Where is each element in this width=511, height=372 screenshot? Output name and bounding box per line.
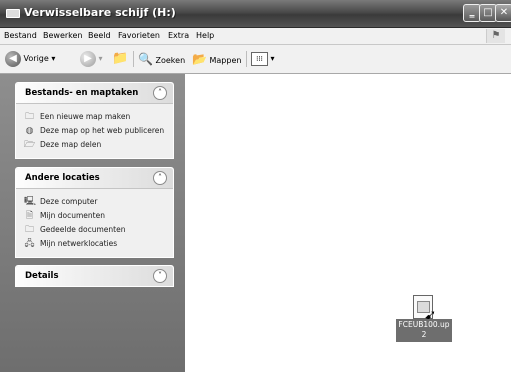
documents-icon: 🗎 <box>25 211 34 221</box>
file-name-line2: 2 <box>421 330 427 339</box>
search-icon: 🔍 <box>138 52 153 66</box>
windows-logo-icon: ⚑ <box>486 29 505 43</box>
close-button[interactable]: ✕ <box>495 4 511 22</box>
tasks-panel-title: Bestands- en maptaken <box>25 88 139 98</box>
search-label: Zoeken <box>155 56 186 65</box>
file-name-label[interactable]: FCEUB100.up 2 <box>396 319 452 342</box>
globe-icon: ◍ <box>25 126 34 136</box>
details-panel: Details ˅ <box>15 265 174 287</box>
views-button[interactable]: ⁞⁞⁞ ▾ <box>251 49 275 69</box>
task-pane: Bestands- en maptaken ˄ 🗀 Een nieuwe map… <box>0 74 185 372</box>
collapse-icon[interactable]: ˄ <box>153 171 167 185</box>
collapse-icon[interactable]: ˄ <box>153 86 167 100</box>
forward-dropdown-icon[interactable]: ▾ <box>99 54 103 63</box>
shared-folder-icon: 🗀 <box>24 225 34 235</box>
place-shared-documents[interactable]: 🗀 Gedeelde documenten <box>16 223 173 237</box>
place-label: Deze computer <box>40 197 98 206</box>
share-folder-icon: 🗁 <box>24 140 36 150</box>
place-label: Mijn netwerklocaties <box>40 239 118 248</box>
back-button[interactable]: ◀ Vorige ▾ <box>5 49 55 69</box>
computer-icon: 🖳 <box>24 197 37 207</box>
menu-beeld[interactable]: Beeld <box>88 31 111 40</box>
back-dropdown-icon[interactable]: ▾ <box>51 54 55 63</box>
expand-icon[interactable]: ˅ <box>153 269 167 283</box>
place-label: Gedeelde documenten <box>40 225 126 234</box>
toolbar-separator <box>246 51 247 67</box>
toolbar: ◀ Vorige ▾ ▶ ▾ 📁 🔍 Zoeken 📂 Mappen ⁞⁞⁞ ▾ <box>0 45 511 74</box>
place-network[interactable]: 🖧 Mijn netwerklocaties <box>16 237 173 251</box>
drive-icon <box>6 9 20 18</box>
task-share-folder[interactable]: 🗁 Deze map delen <box>16 138 173 152</box>
menu-help[interactable]: Help <box>196 31 214 40</box>
menu-bewerken[interactable]: Bewerken <box>43 31 83 40</box>
place-label: Mijn documenten <box>40 211 105 220</box>
folders-label: Mappen <box>209 56 242 65</box>
menu-extra[interactable]: Extra <box>168 31 189 40</box>
forward-arrow-icon: ▶ <box>80 50 96 67</box>
file-name-line1: FCEUB100.up <box>398 320 450 329</box>
window-title: Verwisselbare schijf (H:) <box>24 6 176 19</box>
place-my-computer[interactable]: 🖳 Deze computer <box>16 195 173 209</box>
folder-up-icon[interactable]: 📁 <box>112 49 128 69</box>
back-label: Vorige <box>23 54 49 63</box>
details-panel-title: Details <box>25 271 59 281</box>
new-folder-icon: 🗀 <box>24 112 34 122</box>
place-my-documents[interactable]: 🗎 Mijn documenten <box>16 209 173 223</box>
network-icon: 🖧 <box>24 239 35 249</box>
details-panel-header[interactable]: Details ˅ <box>16 266 173 286</box>
task-label: Deze map delen <box>40 140 102 149</box>
folders-button[interactable]: 📂 Mappen <box>192 49 241 69</box>
search-button[interactable]: 🔍 Zoeken <box>138 49 185 69</box>
tasks-panel: Bestands- en maptaken ˄ 🗀 Een nieuwe map… <box>15 82 174 159</box>
tasks-panel-header[interactable]: Bestands- en maptaken ˄ <box>16 83 173 104</box>
views-icon: ⁞⁞⁞ <box>251 51 268 66</box>
forward-button[interactable]: ▶ ▾ <box>80 49 103 69</box>
places-panel-title: Andere locaties <box>25 173 100 183</box>
toolbar-separator <box>133 51 134 67</box>
task-label: Een nieuwe map maken <box>40 112 131 121</box>
task-label: Deze map op het web publiceren <box>40 126 165 135</box>
task-new-folder[interactable]: 🗀 Een nieuwe map maken <box>16 110 173 124</box>
back-arrow-icon: ◀ <box>5 50 21 67</box>
task-publish-web[interactable]: ◍ Deze map op het web publiceren <box>16 124 173 138</box>
title-bar: Verwisselbare schijf (H:) ‗ □ ✕ <box>0 0 511 28</box>
views-dropdown-icon[interactable]: ▾ <box>271 54 275 63</box>
folders-icon: 📂 <box>192 52 207 66</box>
file-list-area[interactable] <box>185 74 511 372</box>
menu-bestand[interactable]: Bestand <box>4 31 37 40</box>
places-panel: Andere locaties ˄ 🖳 Deze computer 🗎 Mijn… <box>15 167 174 258</box>
menu-favorieten[interactable]: Favorieten <box>118 31 160 40</box>
menu-bar: Bestand Bewerken Beeld Favorieten Extra … <box>0 28 511 45</box>
places-panel-header[interactable]: Andere locaties ˄ <box>16 168 173 189</box>
